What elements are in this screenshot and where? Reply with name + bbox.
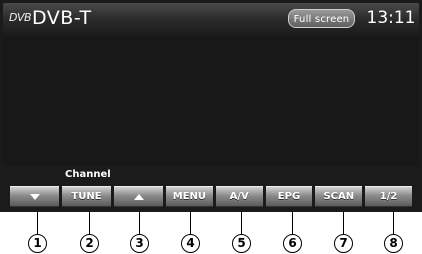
callout-number: 4 bbox=[181, 234, 200, 253]
callout-number: 3 bbox=[130, 234, 149, 253]
av-button[interactable]: A/V bbox=[215, 186, 263, 207]
function-button-group: MENU A/V EPG SCAN 1/2 bbox=[166, 186, 412, 207]
callout-line bbox=[139, 212, 140, 234]
down-triangle-icon bbox=[29, 194, 40, 200]
callout-number: 8 bbox=[384, 234, 403, 253]
channel-down-button[interactable] bbox=[10, 186, 59, 207]
scan-button[interactable]: SCAN bbox=[315, 186, 363, 207]
callout-line bbox=[343, 212, 344, 234]
callout-number: 7 bbox=[334, 234, 353, 253]
up-triangle-icon bbox=[133, 194, 144, 200]
page-button[interactable]: 1/2 bbox=[365, 186, 412, 207]
dvb-t-screen: DVB DVB-T Full screen 13:11 Channel TUNE… bbox=[0, 0, 422, 212]
callout-number: 1 bbox=[28, 234, 47, 253]
callout-line bbox=[190, 212, 191, 234]
clock: 13:11 bbox=[366, 8, 416, 28]
callout-line bbox=[89, 212, 90, 234]
callout-line bbox=[241, 212, 242, 234]
menu-button[interactable]: MENU bbox=[166, 186, 213, 207]
callout-line bbox=[393, 212, 394, 234]
channel-button-group: TUNE bbox=[10, 186, 163, 207]
channel-label: Channel bbox=[65, 169, 111, 180]
channel-up-button[interactable] bbox=[114, 186, 163, 207]
callout-number: 6 bbox=[283, 234, 302, 253]
callout-number: 2 bbox=[80, 234, 99, 253]
source-title: DVB-T bbox=[32, 7, 92, 29]
callout-line bbox=[37, 212, 38, 234]
callout-number: 5 bbox=[232, 234, 251, 253]
video-area[interactable] bbox=[3, 36, 419, 166]
callout-line bbox=[292, 212, 293, 234]
title-bar: DVB DVB-T Full screen 13:11 bbox=[3, 3, 419, 33]
full-screen-button[interactable]: Full screen bbox=[288, 9, 355, 28]
tune-button[interactable]: TUNE bbox=[62, 186, 111, 207]
epg-button[interactable]: EPG bbox=[265, 186, 313, 207]
